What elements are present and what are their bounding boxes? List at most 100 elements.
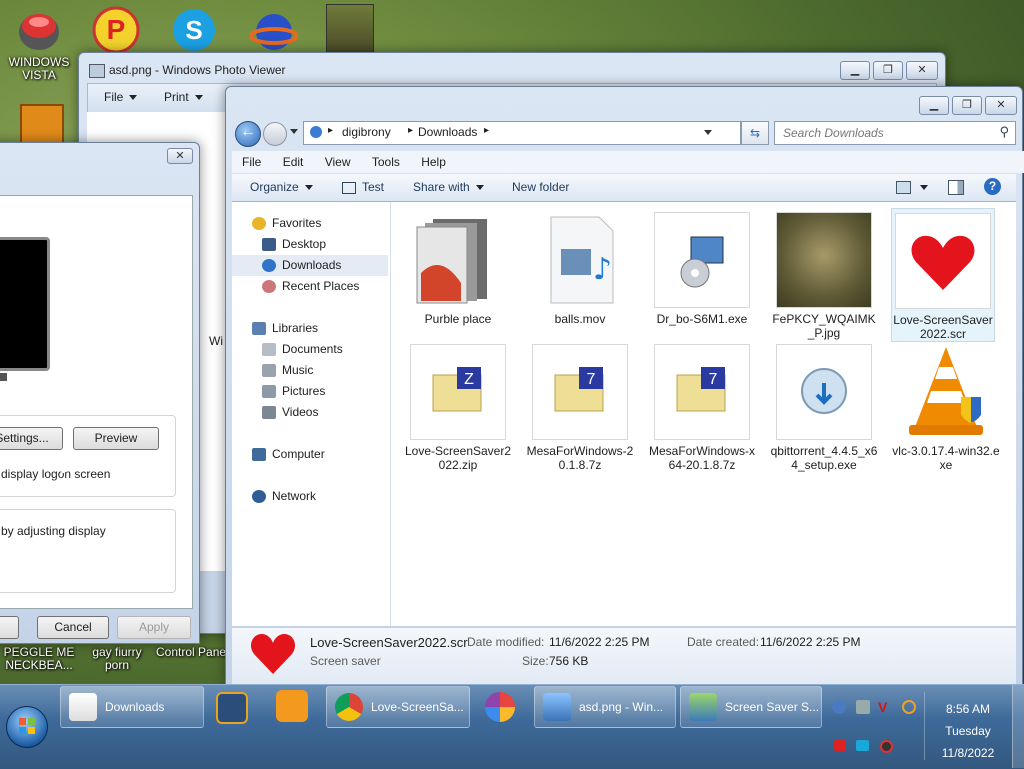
ok-button[interactable] <box>0 616 19 639</box>
nav-libraries[interactable]: Libraries <box>232 318 388 339</box>
minimize-button[interactable]: ▁ <box>840 61 870 80</box>
file-item[interactable]: 7 MesaForWindows-20.1.8.7z <box>525 344 635 472</box>
nav-music[interactable]: Music <box>232 360 388 381</box>
file-item[interactable]: 7 MesaForWindows-x64-20.1.8.7z <box>647 344 757 472</box>
file-item[interactable]: Z Love-ScreenSaver2022.zip <box>403 344 513 472</box>
nav-network[interactable]: Network <box>232 486 388 507</box>
menu-view[interactable]: View <box>325 151 351 173</box>
file-item[interactable]: Dr_bo-S6M1.exe <box>647 212 757 326</box>
forward-button[interactable] <box>263 122 287 146</box>
taskbar-item-screen-saver[interactable]: Screen Saver S... <box>680 686 822 728</box>
network-tray-icon[interactable] <box>856 700 870 714</box>
tree-face-image-icon[interactable] <box>326 4 374 54</box>
clock[interactable]: 8:56 AM Tuesday 11/8/2022 <box>930 698 1006 764</box>
preview-pane-icon[interactable] <box>948 180 964 195</box>
browser-app-icon[interactable] <box>485 692 515 722</box>
chevron-down-icon <box>475 185 484 191</box>
maximize-button[interactable]: ❐ <box>873 61 903 80</box>
menu-tools[interactable]: Tools <box>372 151 400 173</box>
file-item[interactable]: qbittorrent_4.4.5_x64_setup.exe <box>769 344 879 472</box>
close-button[interactable]: ✕ <box>985 96 1017 115</box>
taskbar-item-chrome[interactable]: Love-ScreenSa... <box>326 686 470 728</box>
desktop-icon-windows-vista[interactable]: WINDOWS VISTA <box>4 6 74 82</box>
nav-recent-places[interactable]: Recent Places <box>232 276 388 297</box>
settings-button[interactable]: Settings... <box>0 427 63 450</box>
file-item[interactable]: FePKCY_WQAIMK_P.jpg <box>769 212 879 340</box>
search-tray-icon[interactable] <box>902 700 916 714</box>
desktop-icon-gay-fiurry[interactable]: gay fiurry porn <box>82 646 152 672</box>
apply-button[interactable]: Apply <box>117 616 191 639</box>
nav-pictures[interactable]: Pictures <box>232 381 388 402</box>
menu-file[interactable]: File <box>242 151 261 173</box>
file-name: balls.mov <box>554 312 606 326</box>
nav-documents[interactable]: Documents <box>232 339 388 360</box>
photo-file-menu[interactable]: File <box>104 90 138 104</box>
nav-desktop[interactable]: Desktop <box>232 234 388 255</box>
desktop-icon-peggle[interactable]: PEGGLE ME NECKBEA... <box>2 646 76 672</box>
history-dropdown-icon[interactable] <box>290 129 298 134</box>
search-icon: ⚲ <box>999 124 1009 139</box>
details-size-label: Size: <box>522 654 549 668</box>
maximize-icon: ❐ <box>962 99 972 111</box>
view-dropdown-icon[interactable] <box>920 185 928 190</box>
nav-computer[interactable]: Computer <box>232 444 388 465</box>
details-size-value: 756 KB <box>549 654 589 668</box>
explorer-icon <box>69 693 97 721</box>
maximize-button[interactable]: ❐ <box>952 96 982 115</box>
photo-print-menu[interactable]: Print <box>164 90 203 104</box>
file-item[interactable]: ♪ balls.mov <box>525 212 635 326</box>
details-created-label: Date created: <box>687 635 760 649</box>
minimize-icon: ▁ <box>929 99 939 111</box>
nav-videos[interactable]: Videos <box>232 402 388 423</box>
view-options-icon[interactable] <box>896 181 911 194</box>
file-item-selected[interactable]: Love-ScreenSaver2022.scr <box>891 208 995 342</box>
breadcrumb-downloads[interactable]: Downloads <box>418 125 477 139</box>
dialog-close-button[interactable]: ✕ <box>167 148 193 164</box>
refresh-button[interactable]: ⇆ <box>741 121 769 145</box>
globe-app-icon[interactable] <box>249 8 299 56</box>
computer-icon <box>252 448 266 461</box>
show-desktop-button[interactable] <box>1012 685 1024 768</box>
back-button[interactable]: ← <box>235 121 261 147</box>
peggle-icon[interactable]: P <box>92 6 140 54</box>
test-button[interactable]: Test <box>342 174 384 200</box>
photo-viewer-icon <box>543 693 571 721</box>
qbittorrent-tray-icon[interactable] <box>832 700 846 714</box>
taskbar-item-photo-viewer[interactable]: asd.png - Win... <box>534 686 676 728</box>
zip-archive-icon: Z <box>410 344 506 440</box>
address-dropdown-icon[interactable] <box>704 130 712 135</box>
preview-button[interactable]: Preview <box>73 427 159 450</box>
libraries-icon <box>252 322 266 335</box>
close-button[interactable]: ✕ <box>906 61 938 80</box>
organize-button[interactable]: Organize <box>250 174 313 200</box>
help-icon[interactable]: ? <box>984 178 1001 195</box>
videos-icon <box>262 406 276 419</box>
share-with-button[interactable]: Share with <box>413 174 484 200</box>
desktop-icon-control-panel[interactable]: Control Panel <box>156 646 236 659</box>
antivirus-tray-icon[interactable]: V <box>878 700 892 714</box>
nav-favorites[interactable]: Favorites <box>232 213 388 234</box>
start-button[interactable] <box>6 706 48 748</box>
menu-help[interactable]: Help <box>421 151 446 173</box>
cancel-button[interactable]: Cancel <box>37 616 109 639</box>
nav-downloads[interactable]: Downloads <box>232 255 388 276</box>
uc-browser-icon[interactable] <box>276 690 308 722</box>
breadcrumb-digibrony[interactable]: digibrony <box>342 125 391 139</box>
network-icon <box>252 490 266 503</box>
file-item[interactable]: Purble place <box>403 212 513 326</box>
new-folder-button[interactable]: New folder <box>512 174 569 200</box>
menu-edit[interactable]: Edit <box>283 151 304 173</box>
minimize-button[interactable]: ▁ <box>919 96 949 115</box>
flag-tray-icon[interactable] <box>834 740 846 751</box>
explorer-menubar: File Edit View Tools Help <box>232 151 1024 173</box>
volume-tray-icon[interactable] <box>880 740 893 753</box>
taskbar-item-downloads[interactable]: Downloads <box>60 686 204 728</box>
search-input[interactable]: Search Downloads ⚲ <box>774 121 1016 145</box>
vlc-cone-icon <box>898 344 994 440</box>
file-item[interactable]: vlc-3.0.17.4-win32.exe <box>891 344 1001 472</box>
logon-checkbox-label[interactable]: display logon screen <box>1 467 110 481</box>
display-tray-icon[interactable] <box>856 740 869 751</box>
media-player-icon[interactable] <box>216 692 248 724</box>
skype-icon[interactable]: S <box>170 6 218 54</box>
address-bar[interactable]: ▸ digibrony ▸ Downloads ▸ <box>303 121 741 145</box>
